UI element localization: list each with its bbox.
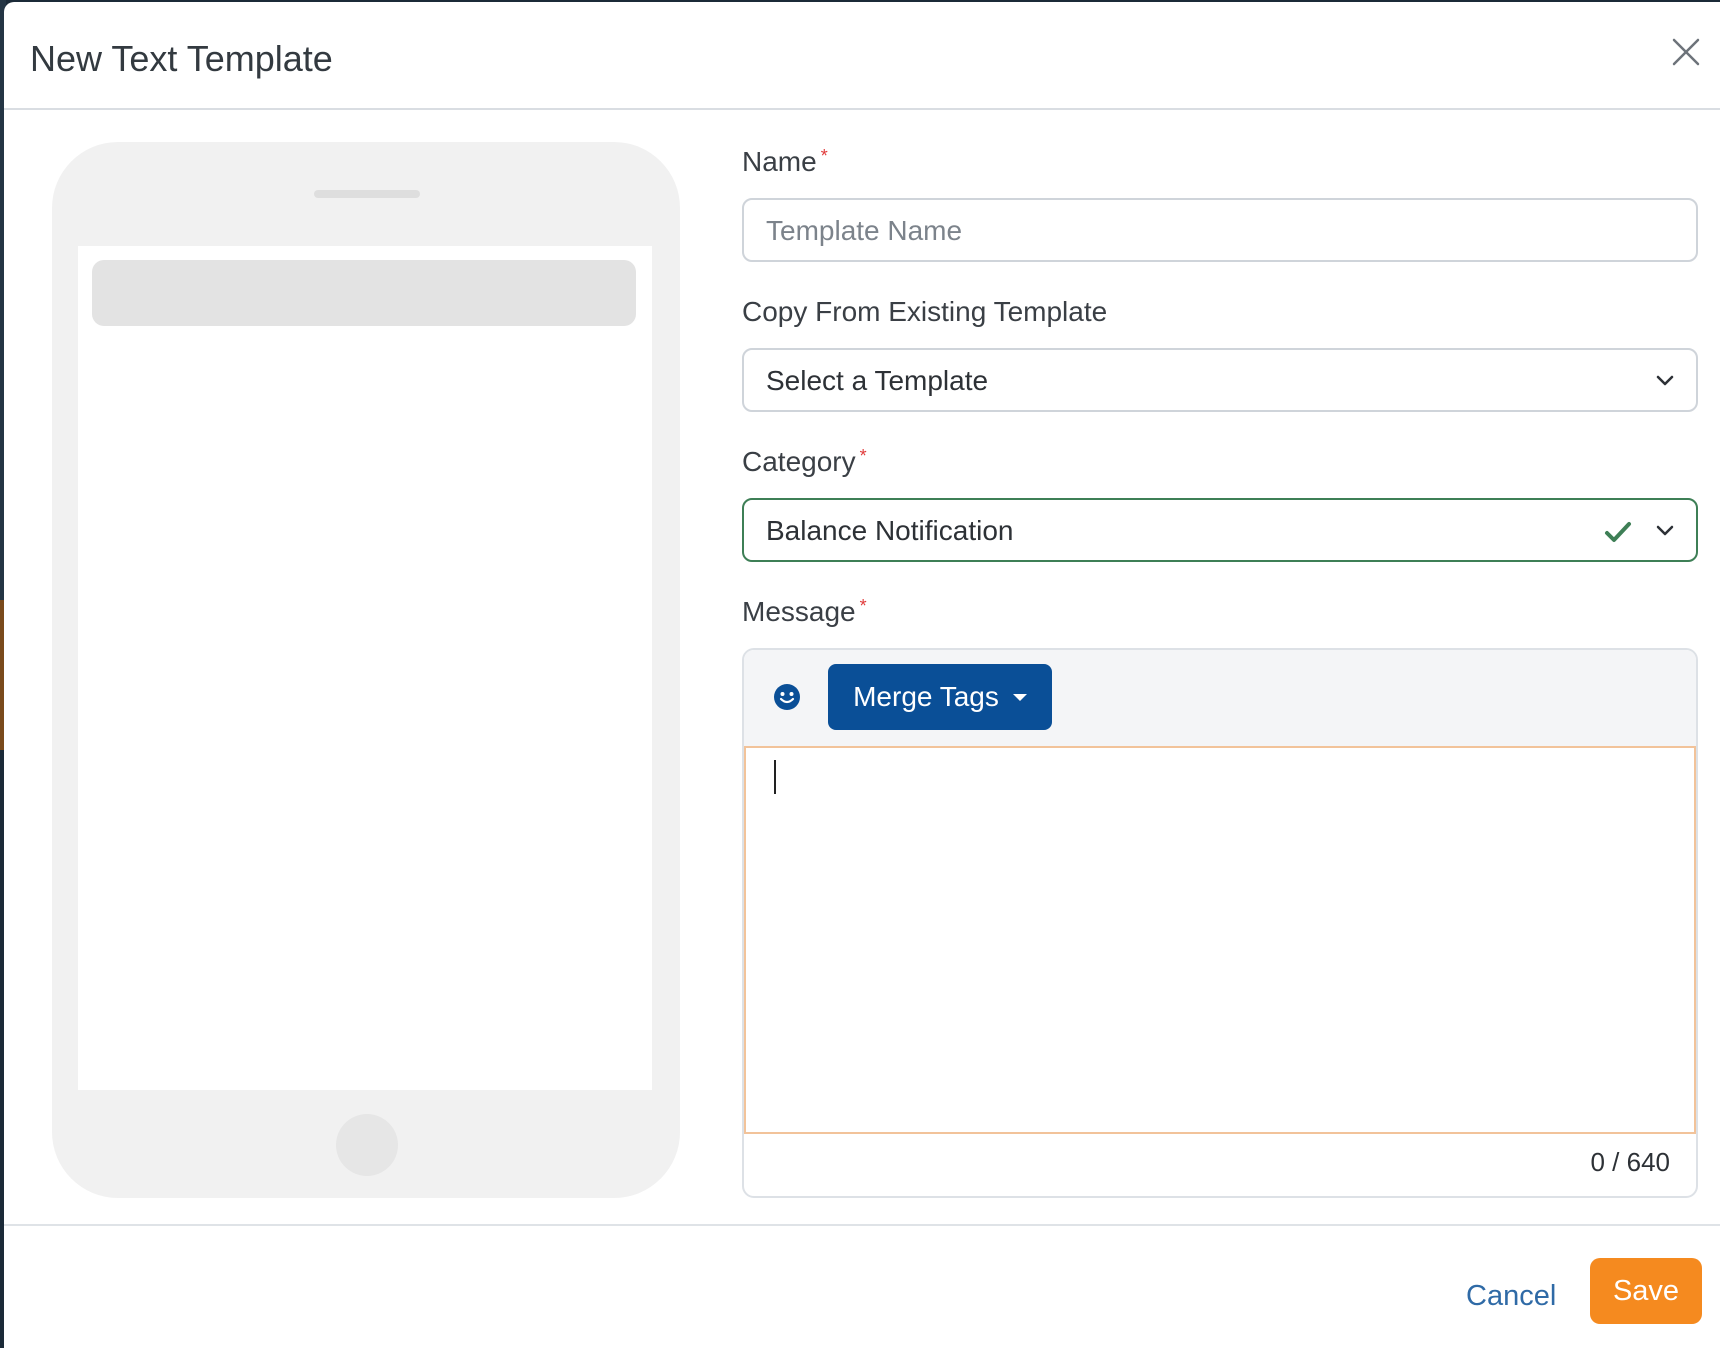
emoji-icon[interactable] bbox=[772, 682, 802, 712]
merge-tags-label: Merge Tags bbox=[853, 681, 999, 712]
category-label: Category * bbox=[742, 446, 867, 478]
close-button[interactable] bbox=[1666, 32, 1706, 72]
save-button[interactable]: Save bbox=[1590, 1258, 1702, 1324]
footer-divider bbox=[4, 1224, 1720, 1226]
category-select[interactable]: Balance Notification bbox=[742, 498, 1698, 562]
template-name-input[interactable]: Template Name bbox=[742, 198, 1698, 262]
phone-preview bbox=[52, 142, 680, 1198]
dialog-header: New Text Template bbox=[4, 2, 1720, 110]
close-icon bbox=[1672, 38, 1700, 66]
message-label-text: Message bbox=[742, 596, 856, 627]
category-label-text: Category bbox=[742, 446, 856, 477]
template-name-placeholder: Template Name bbox=[766, 215, 963, 246]
chevron-down-icon bbox=[1656, 525, 1674, 536]
category-selected: Balance Notification bbox=[766, 515, 1014, 546]
message-preview-bubble bbox=[92, 260, 636, 326]
chevron-down-icon bbox=[1656, 375, 1674, 386]
message-editor: Merge Tags 0 / 640 bbox=[742, 648, 1698, 1198]
text-cursor bbox=[774, 760, 776, 794]
cancel-button[interactable]: Cancel bbox=[1466, 1280, 1556, 1313]
phone-screen bbox=[78, 246, 652, 1090]
new-text-template-dialog: New Text Template Name * Template Name Co… bbox=[4, 2, 1720, 1348]
message-label: Message * bbox=[742, 596, 867, 628]
phone-home-button bbox=[336, 1114, 398, 1176]
name-label-text: Name bbox=[742, 146, 817, 177]
phone-speaker bbox=[314, 190, 420, 198]
copy-template-select[interactable]: Select a Template bbox=[742, 348, 1698, 412]
caret-down-icon bbox=[1012, 693, 1027, 701]
dialog-title: New Text Template bbox=[30, 38, 333, 79]
copy-template-selected: Select a Template bbox=[766, 365, 989, 396]
required-marker: * bbox=[859, 596, 867, 616]
required-marker: * bbox=[820, 146, 828, 166]
copy-from-label: Copy From Existing Template bbox=[742, 296, 1108, 327]
name-label: Name * bbox=[742, 146, 828, 178]
character-counter: 0 / 640 bbox=[1590, 1147, 1670, 1177]
required-marker: * bbox=[859, 446, 867, 466]
check-icon bbox=[1605, 522, 1631, 542]
merge-tags-button[interactable]: Merge Tags bbox=[828, 664, 1052, 730]
message-toolbar: Merge Tags bbox=[744, 650, 1696, 746]
message-textarea[interactable] bbox=[744, 746, 1696, 1134]
